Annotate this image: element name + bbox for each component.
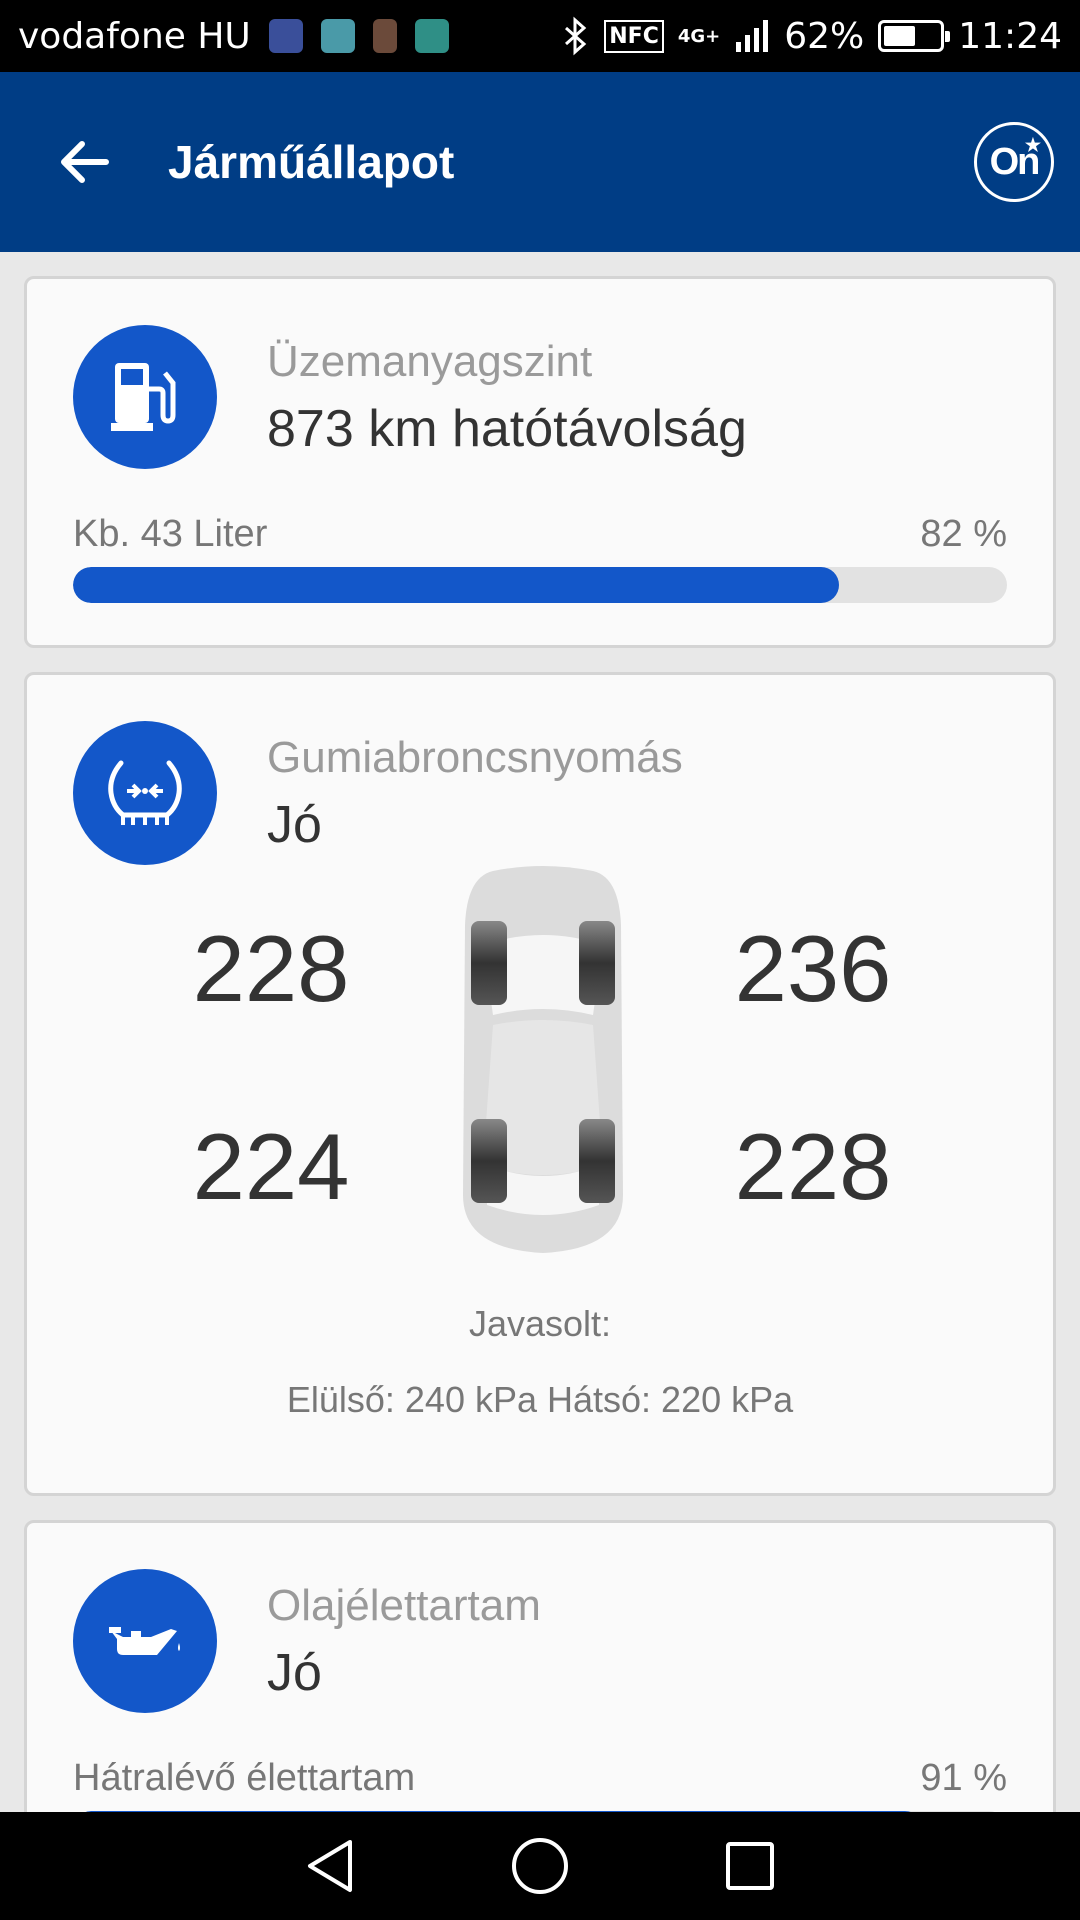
recents-square-icon xyxy=(726,1842,774,1890)
page-title: Járműállapot xyxy=(168,136,455,188)
back-button[interactable] xyxy=(24,102,144,222)
tire-rear-right xyxy=(579,1119,615,1203)
fuel-bar-labels: Kb. 43 Liter 82 % xyxy=(73,513,1007,556)
tire-icon-circle xyxy=(73,721,217,865)
nfc-indicator: NFC xyxy=(604,19,664,53)
fuel-label: Üzemanyagszint xyxy=(267,337,593,386)
signal-icon xyxy=(736,20,769,52)
nav-recents-button[interactable] xyxy=(710,1826,790,1906)
battery-icon xyxy=(878,20,951,52)
status-bar: vodafone HU NFC 4G+ 62% 11:24 xyxy=(0,0,1080,72)
tire-rear-left-value: 224 xyxy=(192,1114,350,1219)
tire-label: Gumiabroncsnyomás xyxy=(267,733,683,782)
fuel-amount: Kb. 43 Liter xyxy=(73,513,268,555)
oil-label: Olajélettartam xyxy=(267,1581,541,1630)
arrow-left-icon xyxy=(61,141,109,183)
shield-app-icon xyxy=(414,19,449,53)
tire-pressure-icon xyxy=(108,760,182,825)
tire-status: Jó xyxy=(267,796,322,854)
oil-icon-circle xyxy=(73,1569,217,1713)
nav-back-button[interactable] xyxy=(290,1826,370,1906)
health-app-icon xyxy=(268,19,303,53)
onstar-button[interactable]: On ★ xyxy=(974,122,1054,202)
back-triangle-icon xyxy=(308,1840,352,1892)
clock: 11:24 xyxy=(958,15,1062,57)
carrier-name: vodafone HU xyxy=(18,15,251,57)
oil-can-icon xyxy=(109,1627,180,1655)
recommended-pressures: Elülső: 240 kPa Hátsó: 220 kPa xyxy=(286,1379,794,1420)
contact-photo-icon xyxy=(372,19,397,53)
car-top-view-image xyxy=(463,866,623,1253)
recommended-label: Javasolt: xyxy=(468,1303,612,1344)
gallery-icon xyxy=(320,19,355,53)
system-nav-bar xyxy=(0,1812,1080,1920)
oil-status: Jó xyxy=(267,1644,322,1702)
network-indicator: 4G+ xyxy=(677,25,721,47)
oil-percent: 91 % xyxy=(920,1757,1007,1799)
home-circle-icon xyxy=(512,1838,568,1894)
tire-rear-left xyxy=(471,1119,507,1203)
tire-rear-right-value: 228 xyxy=(734,1114,892,1219)
nav-home-button[interactable] xyxy=(500,1826,580,1906)
app-bar: Járműállapot On ★ xyxy=(0,72,1080,252)
fuel-progress-track xyxy=(73,567,1007,603)
star-icon: ★ xyxy=(1024,135,1041,155)
tire-front-left xyxy=(471,921,507,1005)
tire-front-right xyxy=(579,921,615,1005)
tire-front-left-value: 228 xyxy=(192,916,350,1021)
fuel-card[interactable]: Üzemanyagszint 873 km hatótávolság Kb. 4… xyxy=(24,276,1056,648)
fuel-icon-circle xyxy=(73,325,217,469)
tire-pressure-card[interactable]: Gumiabroncsnyomás Jó 228 236 224 228 Jav… xyxy=(24,672,1056,1496)
fuel-pump-icon xyxy=(111,363,176,431)
tire-front-right-value: 236 xyxy=(734,916,892,1021)
fuel-percent: 82 % xyxy=(920,513,1007,555)
fuel-progress-fill xyxy=(73,567,839,603)
oil-remaining-label: Hátralévő élettartam xyxy=(73,1757,416,1799)
battery-level-fill xyxy=(884,26,916,46)
fuel-range: 873 km hatótávolság xyxy=(267,400,747,458)
bluetooth-icon xyxy=(565,16,587,56)
battery-percent: 62% xyxy=(784,15,865,57)
oil-bar-labels: Hátralévő élettartam 91 % xyxy=(73,1757,1007,1800)
